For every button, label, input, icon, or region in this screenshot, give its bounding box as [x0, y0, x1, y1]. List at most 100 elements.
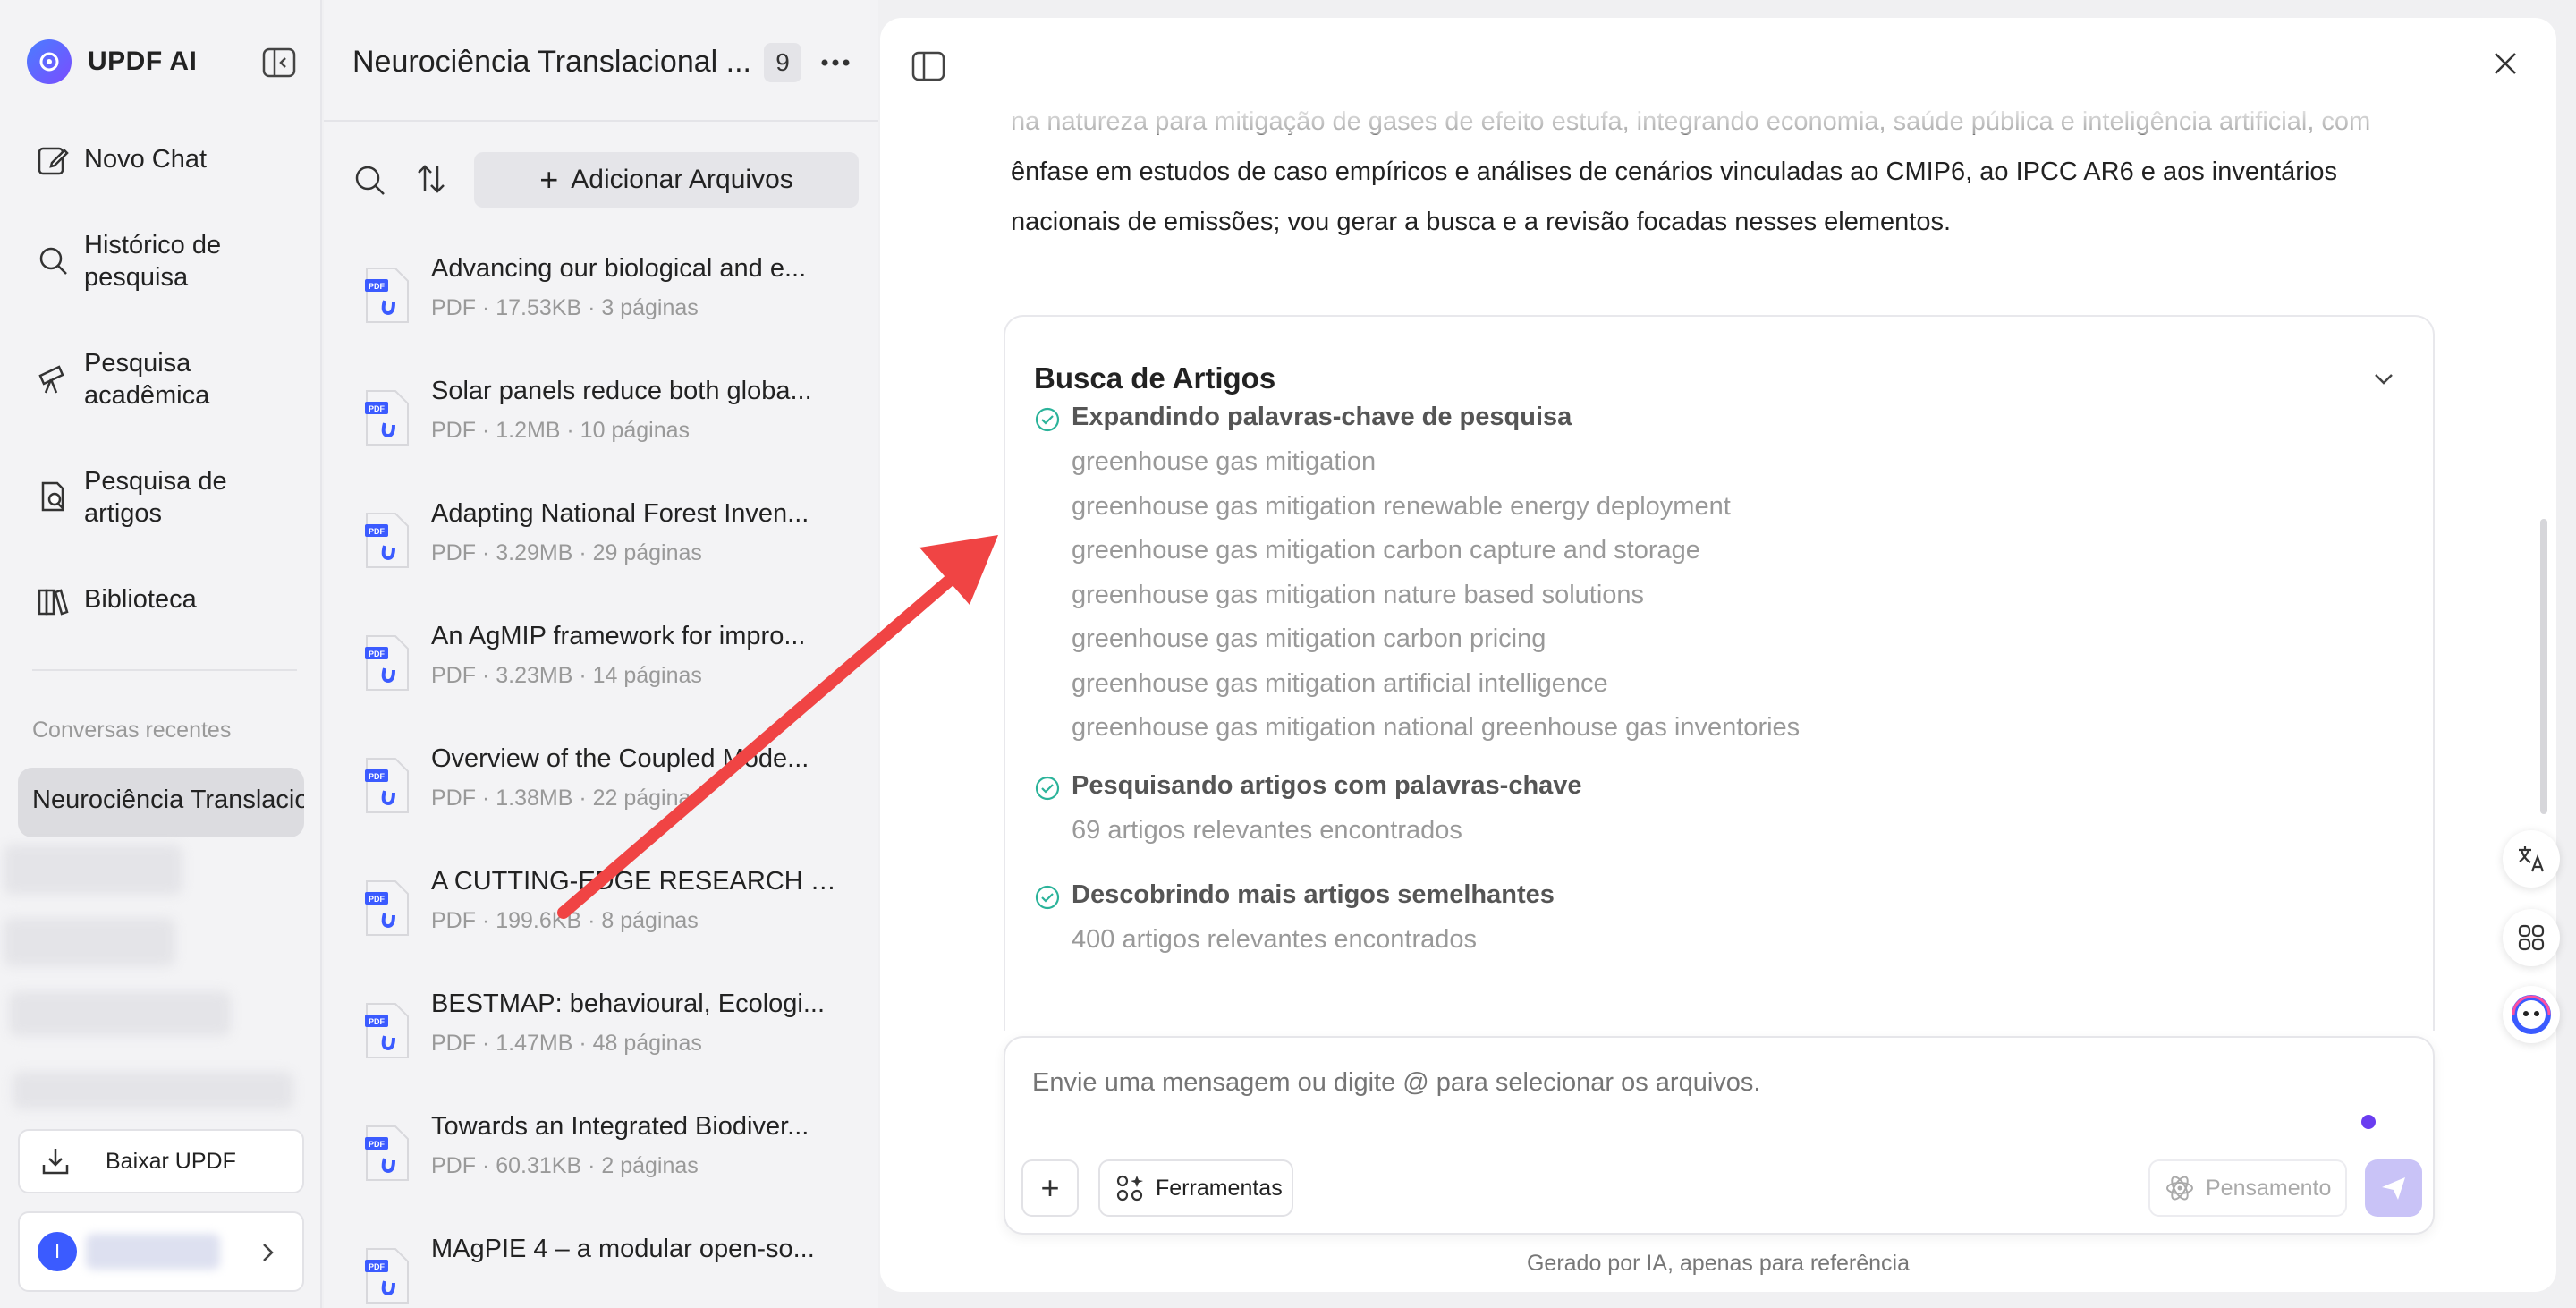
thinking-toggle[interactable]: Pensamento [2148, 1159, 2347, 1217]
blurred-conversation[interactable] [4, 918, 175, 966]
file-list-item[interactable]: PDF Adapting National Forest Inven... PDF … [363, 499, 864, 598]
file-name: Adapting National Forest Inven... [431, 499, 809, 528]
send-icon [2382, 1177, 2405, 1200]
file-name: Overview of the Coupled Mode... [431, 744, 809, 773]
file-list-item[interactable]: PDF Solar panels reduce both globa... PDF … [363, 377, 864, 475]
nav-label: Biblioteca [84, 585, 197, 614]
more-options-icon[interactable] [818, 47, 853, 79]
panel-toggle-icon[interactable] [911, 50, 946, 82]
svg-text:PDF: PDF [369, 1017, 386, 1026]
card-title: Busca de Artigos [1034, 361, 1276, 395]
file-list-item[interactable]: PDF An AgMIP framework for impro... PDF · … [363, 622, 864, 720]
sort-icon[interactable] [413, 161, 449, 197]
message-line: na natureza para mitigação de gases de e… [1011, 107, 2371, 136]
svg-text:PDF: PDF [369, 895, 386, 904]
file-name: MAgPIE 4 – a modular open-so... [431, 1235, 815, 1263]
tools-label: Ferramentas [1156, 1175, 1283, 1201]
status-dot [2361, 1115, 2376, 1129]
nav-biblioteca[interactable]: Biblioteca [36, 583, 281, 617]
tools-button[interactable]: Ferramentas [1098, 1159, 1293, 1217]
step-detail: greenhouse gas mitigation carbon pricing [1072, 624, 1546, 653]
translate-button[interactable] [2503, 830, 2560, 888]
attach-button[interactable]: + [1021, 1159, 1079, 1217]
sidebar: UPDF AI Novo Chat Histórico de pesquisa … [0, 0, 322, 1308]
recent-conversation-item[interactable]: Neurociência Translacional ... [18, 768, 304, 837]
edit-icon [36, 143, 70, 177]
library-icon [36, 583, 70, 617]
step-detail: greenhouse gas mitigation carbon capture… [1072, 536, 1700, 565]
file-list-item[interactable]: PDF Towards an Integrated Biodiver... PDF … [363, 1112, 864, 1210]
pdf-file-icon: PDF [363, 634, 410, 692]
plus-icon: + [539, 161, 559, 198]
nav-historico[interactable]: Histórico de pesquisa [36, 229, 281, 293]
file-list-item[interactable]: PDF A CUTTING-EDGE RESEARCH O... PDF · 199… [363, 867, 864, 965]
close-icon[interactable] [2490, 48, 2521, 79]
svg-text:PDF: PDF [369, 1262, 386, 1271]
telescope-icon [36, 361, 70, 395]
file-list-item[interactable]: PDF BESTMAP: behavioural, Ecologi... PDF ·… [363, 989, 864, 1088]
apps-icon [2518, 924, 2545, 951]
file-meta: PDF · 1.2MB · 10 páginas [431, 418, 691, 443]
files-count-badge: 9 [764, 43, 801, 82]
pdf-file-icon: PDF [363, 512, 410, 569]
file-meta: PDF · 199.6KB · 8 páginas [431, 908, 699, 933]
message-line: nacionais de emissões; vou gerar a busca… [1011, 208, 1952, 236]
message-line: ênfase em estudos de caso empíricos e an… [1011, 157, 2338, 186]
blurred-conversation[interactable] [13, 1072, 293, 1109]
blurred-conversation[interactable] [9, 991, 231, 1036]
download-updf-button[interactable]: Baixar UPDF [18, 1129, 304, 1193]
file-list-item[interactable]: PDF MAgPIE 4 – a modular open-so... [363, 1235, 864, 1308]
pdf-file-icon: PDF [363, 1125, 410, 1182]
nav-label: Pesquisa de artigos [84, 467, 227, 528]
document-search-icon [36, 480, 70, 514]
svg-text:PDF: PDF [369, 282, 386, 291]
file-name: BESTMAP: behavioural, Ecologi... [431, 989, 826, 1018]
pdf-file-icon: PDF [363, 389, 410, 446]
translate-icon [2519, 846, 2545, 872]
add-files-label: Adicionar Arquivos [571, 165, 793, 194]
ai-assistant-button[interactable] [2503, 986, 2560, 1043]
assistant-message: na natureza para mitigação de gases de e… [1011, 97, 2424, 247]
ai-disclaimer: Gerado por IA, apenas para referência [1526, 1251, 1911, 1276]
avatar: I [38, 1232, 77, 1271]
plus-icon: + [1040, 1169, 1060, 1206]
file-meta: PDF · 17.53KB · 3 páginas [431, 295, 699, 320]
pdf-file-icon: PDF [363, 879, 410, 937]
nav-label: Pesquisa acadêmica [84, 349, 210, 410]
nav-label: Novo Chat [84, 145, 208, 174]
nav-novo-chat[interactable]: Novo Chat [36, 143, 281, 177]
divider [32, 669, 297, 671]
add-files-button[interactable]: + Adicionar Arquivos [474, 152, 859, 208]
scrollbar[interactable] [2540, 519, 2547, 814]
chevron-down-icon[interactable] [2372, 369, 2395, 388]
chat-main: na natureza para mitigação de gases de e… [880, 18, 2556, 1292]
pdf-file-icon: PDF [363, 1002, 410, 1059]
step-title: Descobrindo mais artigos semelhantes [1072, 880, 1555, 909]
step-detail: greenhouse gas mitigation artificial int… [1072, 668, 1608, 698]
message-composer: + Ferramentas Pensamento [1004, 1036, 2435, 1235]
file-meta: PDF · 3.23MB · 14 páginas [431, 663, 702, 688]
svg-text:PDF: PDF [369, 772, 386, 781]
send-button[interactable] [2365, 1159, 2422, 1217]
message-input[interactable] [1032, 1068, 2374, 1098]
user-account-row[interactable]: I [18, 1211, 304, 1292]
file-meta: PDF · 1.38MB · 22 páginas [431, 786, 702, 811]
nav-label: Histórico de pesquisa [84, 231, 222, 292]
step-detail: greenhouse gas mitigation [1072, 447, 1377, 476]
check-circle-icon [1034, 884, 1061, 911]
nav-pesquisa-academica[interactable]: Pesquisa acadêmica [36, 347, 281, 412]
file-list-item[interactable]: PDF Advancing our biological and e... PDF … [363, 254, 864, 352]
blurred-conversation[interactable] [4, 845, 182, 895]
search-icon [36, 243, 70, 277]
sidebar-collapse-icon[interactable] [261, 47, 297, 79]
step-detail: 69 artigos relevantes encontrados [1072, 816, 1462, 845]
file-list-item[interactable]: PDF Overview of the Coupled Mode... PDF · … [363, 744, 864, 843]
ai-assistant-icon [2512, 995, 2551, 1034]
pdf-file-icon: PDF [363, 267, 410, 324]
chevron-right-icon [258, 1242, 277, 1263]
app-name: UPDF AI [88, 47, 198, 76]
nav-pesquisa-artigos[interactable]: Pesquisa de artigos [36, 465, 281, 530]
svg-text:PDF: PDF [369, 527, 386, 536]
apps-button[interactable] [2503, 909, 2560, 966]
search-icon[interactable] [352, 163, 388, 199]
